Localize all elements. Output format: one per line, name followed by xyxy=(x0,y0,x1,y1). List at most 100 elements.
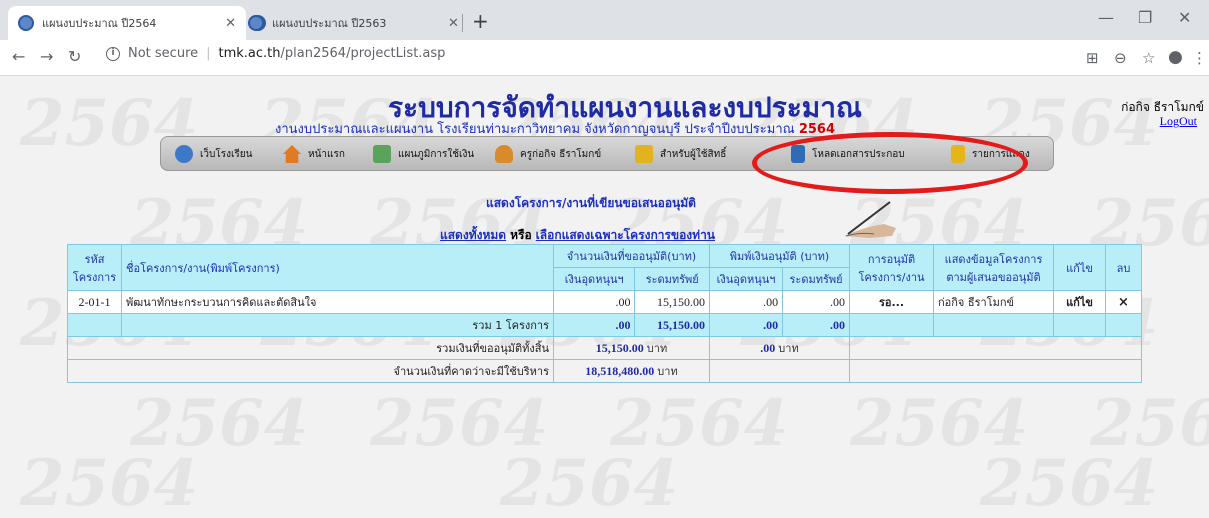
col-edit-header: แก้ไข xyxy=(1053,244,1106,291)
window-close-icon[interactable]: ✕ xyxy=(1178,8,1191,27)
minimize-icon[interactable]: — xyxy=(1098,8,1114,27)
total-requested-label: รวมเงินที่ขออนุมัติทั้งสิ้น xyxy=(67,336,554,360)
user-icon xyxy=(495,145,513,163)
edit-link[interactable]: แก้ไข xyxy=(1053,290,1106,314)
show-all-link[interactable]: แสดงทั้งหมด xyxy=(440,228,506,242)
back-arrow-icon[interactable]: ← xyxy=(12,47,25,66)
col-name-label: ชื่อโครงการ/งาน xyxy=(126,261,207,275)
new-tab-button[interactable]: + xyxy=(472,9,489,33)
watermark: 2564 xyxy=(20,446,199,518)
menu-label: เว็บโรงเรียน xyxy=(200,148,253,160)
table-row: 2-01-1 พัฒนาทักษะกระบวนการคิดและตัดสินใจ… xyxy=(67,290,1142,314)
menu-label: แผนภูมิการใช้เงิน xyxy=(398,148,475,160)
menu-item-authorized-users[interactable]: สำหรับผู้ใช้สิทธิ์ xyxy=(635,145,726,163)
close-tab-icon[interactable]: ✕ xyxy=(448,16,459,31)
req-subsidy: .00 xyxy=(552,290,636,314)
section-heading: แสดงโครงการ/งานที่เขียนขอเสนออนุมัติ xyxy=(486,196,696,210)
browser-toolbar: ← → ↻ i Not secure | tmk.ac.th/plan2564/… xyxy=(0,40,1209,76)
zoom-icon[interactable]: ⊖ xyxy=(1114,49,1127,67)
menu-item-spending-chart[interactable]: แผนภูมิการใช้เงิน xyxy=(373,145,474,163)
menu-label: สำหรับผู้ใช้สิทธิ์ xyxy=(660,148,727,160)
print-project-link[interactable]: (พิมพ์โครงการ) xyxy=(206,262,280,275)
expected-budget-amount: 18,518,480.00 xyxy=(585,364,655,378)
menu-item-school-website[interactable]: เว็บโรงเรียน xyxy=(175,145,253,163)
browser-tab-bar: แผนงบประมาณ ปี2564 ✕ xyxy=(0,0,1209,40)
filter-links: แสดงทั้งหมด หรือ เลือกแสดงเฉพาะโครงการของท… xyxy=(440,226,715,245)
home-icon xyxy=(283,145,301,163)
restore-icon[interactable]: ❐ xyxy=(1138,8,1152,27)
col-app-mobilize-header: ระดมทรัพย์ xyxy=(782,267,850,291)
logout-link[interactable]: LogOut xyxy=(1160,114,1197,129)
col-request-header: จำนวนเงินที่ขออนุมัติ(บาท) xyxy=(553,244,710,268)
url-host: tmk.ac.th xyxy=(218,46,281,61)
tab-title: แผนงบประมาณ ปี2563 xyxy=(272,17,387,30)
sum-req-mobilize: 15,150.00 xyxy=(634,313,710,337)
school-logo-icon xyxy=(175,145,193,163)
col-name-header: ชื่อโครงการ/งาน(พิมพ์โครงการ) xyxy=(121,244,554,291)
sum-req-subsidy: .00 xyxy=(552,313,636,337)
site-favicon-icon xyxy=(248,15,264,31)
close-tab-icon[interactable]: ✕ xyxy=(225,16,236,31)
more-menu-icon[interactable]: ⋮ xyxy=(1192,49,1207,67)
reload-icon[interactable]: ↻ xyxy=(68,47,81,66)
col-requester-header: แสดงข้อมูลโครงการ ตามผู้เสนอขออนุมัติ xyxy=(933,244,1054,291)
writing-hand-icon xyxy=(844,201,896,238)
req-mobilize: 15,150.00 xyxy=(634,290,710,314)
tab-title: แผนงบประมาณ ปี2564 xyxy=(42,17,157,30)
bookmark-star-icon[interactable]: ☆ xyxy=(1142,49,1155,67)
url-path: /plan2564/projectList.asp xyxy=(280,46,446,61)
profile-icon[interactable]: ● xyxy=(1168,47,1183,67)
currency-unit: บาท xyxy=(646,342,668,355)
site-favicon-icon xyxy=(18,15,34,31)
tab-2-group[interactable]: แผนงบประมาณ ปี2563 ✕ xyxy=(248,6,459,40)
sum-app-subsidy: .00 xyxy=(708,313,784,337)
project-table: รหัส โครงการ ชื่อโครงการ/งาน(พิมพ์โครงกา… xyxy=(67,244,1142,383)
approval-status-link[interactable]: รอ... xyxy=(849,290,934,314)
menu-item-teacher[interactable]: ครูก่อกิจ ธีราโมกข์ xyxy=(495,145,601,163)
currency-unit: บาท xyxy=(778,342,799,355)
expected-budget-row: จำนวนเงินที่คาดว่าจะมีใช้บริหาร 18,518,4… xyxy=(67,359,1142,383)
red-highlight-ellipse xyxy=(752,132,1028,194)
col-req-mobilize-header: ระดมทรัพย์ xyxy=(634,267,710,291)
info-icon[interactable]: i xyxy=(106,46,120,61)
requester-name[interactable]: ก่อกิจ ธีราโมกข์ xyxy=(933,290,1054,314)
print-approval-link[interactable]: พิมพ์เงินอนุมัติ (บาท) xyxy=(709,244,850,268)
page-content: 2564 2564 2564 2564 2564 2564 2564 2564 … xyxy=(0,76,1209,518)
chart-icon xyxy=(373,145,391,163)
col-delete-header: ลบ xyxy=(1105,244,1142,291)
security-label: Not secure xyxy=(128,46,199,61)
total-requested-row: รวมเงินที่ขออนุมัติทั้งสิ้น 15,150.00 บา… xyxy=(67,336,1142,360)
translate-icon[interactable]: ⊞ xyxy=(1086,49,1099,67)
project-code: 2-01-1 xyxy=(67,290,122,314)
show-mine-link[interactable]: เลือกแสดงเฉพาะโครงการของท่าน xyxy=(536,228,715,242)
table-header-row: รหัส โครงการ ชื่อโครงการ/งาน(พิมพ์โครงกา… xyxy=(67,244,1142,291)
menu-item-home[interactable]: หน้าแรก xyxy=(283,145,345,163)
total-approved-amount: .00 xyxy=(760,341,776,355)
summary-row: รวม 1 โครงการ .00 15,150.00 .00 .00 xyxy=(67,313,1142,337)
lock-icon xyxy=(635,145,653,163)
col-app-subsidy-header: เงินอุดหนุนฯ xyxy=(708,267,784,291)
watermark: 2564 xyxy=(500,446,679,518)
expected-budget-label: จำนวนเงินที่คาดว่าจะมีใช้บริหาร xyxy=(67,359,554,383)
col-code-header: รหัส โครงการ xyxy=(67,244,122,291)
project-name: พัฒนาทักษะกระบวนการคิดและตัดสินใจ xyxy=(121,290,554,314)
app-subsidy: .00 xyxy=(708,290,784,314)
forward-arrow-icon[interactable]: → xyxy=(40,47,53,66)
total-requested-cell: 15,150.00 บาท xyxy=(553,336,710,360)
delete-icon[interactable]: × xyxy=(1105,290,1142,314)
browser-tab-active[interactable]: แผนงบประมาณ ปี2564 ✕ xyxy=(8,6,246,40)
address-bar[interactable]: i Not secure | tmk.ac.th/plan2564/projec… xyxy=(106,46,445,61)
col-req-subsidy-header: เงินอุดหนุนฯ xyxy=(552,267,636,291)
app-mobilize: .00 xyxy=(782,290,850,314)
expected-budget-cell: 18,518,480.00 บาท xyxy=(553,359,710,383)
currency-unit: บาท xyxy=(657,365,678,378)
menu-label: ครูก่อกิจ ธีราโมกข์ xyxy=(520,148,602,160)
col-approval-header: การอนุมัติ โครงการ/งาน xyxy=(849,244,934,291)
or-text: หรือ xyxy=(510,228,532,242)
summary-label: รวม 1 โครงการ xyxy=(121,313,554,337)
total-requested-amount: 15,150.00 xyxy=(595,341,644,355)
menu-label: หน้าแรก xyxy=(308,148,345,160)
subtitle-text: งานงบประมาณและแผนงาน โรงเรียนท่ามะกาวิทย… xyxy=(275,122,795,137)
sum-app-mobilize: .00 xyxy=(782,313,850,337)
total-approved-cell: .00 บาท xyxy=(709,336,850,360)
